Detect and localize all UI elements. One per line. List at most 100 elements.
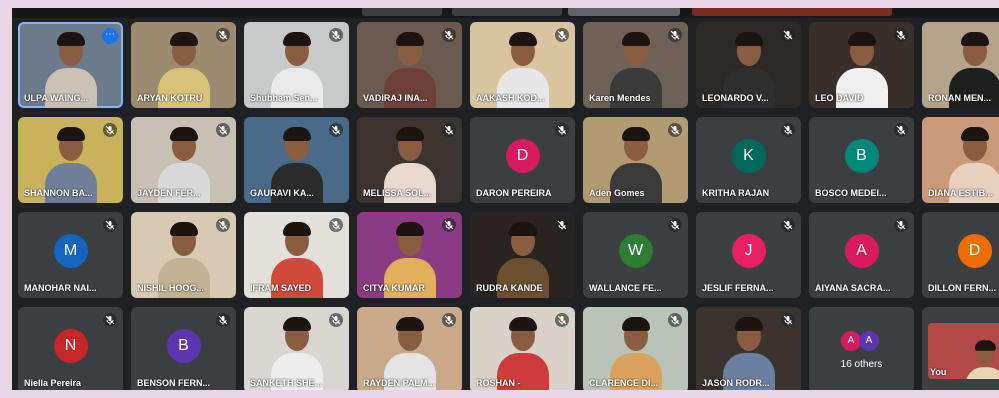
others-count: 16 others <box>840 359 883 370</box>
mic-off-icon <box>216 313 230 327</box>
mic-off-icon <box>668 218 682 232</box>
top-tab <box>452 8 562 16</box>
avatar: W <box>618 234 653 268</box>
participant-tile[interactable]: W WALLANCE FE... <box>583 212 688 298</box>
mic-off-icon <box>555 123 569 137</box>
mic-off-icon <box>329 123 343 137</box>
participant-tile[interactable]: RONAN MEN... <box>922 22 999 108</box>
participant-name: KRITHA RAJAN <box>702 188 770 198</box>
participant-tile[interactable]: GAURAVI KA... <box>244 117 349 203</box>
meeting-screen: ⋯ ULPA WAING... ARYAN KOTRU Shubham Sen... V… <box>12 8 999 390</box>
more-options-icon[interactable]: ⋯ <box>102 28 118 44</box>
top-tab <box>692 8 892 16</box>
participant-tile[interactable]: N Niella Pereira <box>18 307 123 390</box>
participant-tile[interactable]: SANKETH SHE... <box>244 307 349 390</box>
participant-tile[interactable]: NISHIL HOOG... <box>131 212 236 298</box>
participant-name: Aden Gomes <box>589 188 645 198</box>
participant-name: AAKASH KOD... <box>476 93 545 103</box>
mic-off-icon <box>103 218 117 232</box>
participant-name: Karen Mendes <box>589 93 651 103</box>
participant-tile[interactable]: RAYDEN PALM... <box>357 307 462 390</box>
participant-name: LEO DAVID <box>815 93 864 103</box>
participant-name: RUDRA KANDE <box>476 283 543 293</box>
participant-tile[interactable]: LEO DAVID <box>809 22 914 108</box>
participant-tile[interactable]: MELISSA SOL... <box>357 117 462 203</box>
participant-tile[interactable]: B BENSON FERN... <box>131 307 236 390</box>
participant-name: DIANA ESTIB... <box>928 188 993 198</box>
participant-name: GAURAVI KA... <box>250 188 314 198</box>
avatar: A <box>859 331 879 351</box>
participant-name: MANOHAR NAI... <box>24 283 97 293</box>
participant-tile[interactable]: ⋯ ULPA WAING... <box>18 22 123 108</box>
participant-tile[interactable]: AAKASH KOD... <box>470 22 575 108</box>
participant-name: WALLANCE FE... <box>589 283 662 293</box>
participant-name: CITYA KUMAR <box>363 283 425 293</box>
avatar: B <box>844 139 879 173</box>
participant-tile[interactable]: SHANNON BA... <box>18 117 123 203</box>
mic-off-icon <box>329 218 343 232</box>
participant-name: BENSON FERN... <box>137 378 211 388</box>
mic-off-icon <box>103 313 117 327</box>
participant-tile[interactable]: K KRITHA RAJAN <box>696 117 801 203</box>
participant-name: JESLIF FERNA... <box>702 283 774 293</box>
participant-tile[interactable]: RUDRA KANDE <box>470 212 575 298</box>
participant-tile[interactable]: D DILLON FERN... <box>922 212 999 298</box>
participant-name: JASON RODR... <box>702 378 770 388</box>
participant-tile[interactable]: D DARON PEREIRA <box>470 117 575 203</box>
mic-off-icon <box>442 123 456 137</box>
avatar: D <box>957 234 992 268</box>
participant-tile[interactable]: You <box>922 307 999 390</box>
mic-off-icon <box>103 123 117 137</box>
top-tab <box>568 8 680 16</box>
participant-tile[interactable]: M MANOHAR NAI... <box>18 212 123 298</box>
mic-off-icon <box>668 313 682 327</box>
participant-name: BOSCO MEDEI... <box>815 188 887 198</box>
mic-off-icon <box>781 28 795 42</box>
mic-off-icon <box>555 28 569 42</box>
participant-name: ARYAN KOTRU <box>137 93 203 103</box>
participant-tile[interactable]: B BOSCO MEDEI... <box>809 117 914 203</box>
participant-tile[interactable]: LEONARDO V... <box>696 22 801 108</box>
avatar: D <box>505 139 540 173</box>
participant-name: JAYDEN FER... <box>137 188 201 198</box>
participant-tile[interactable]: Aden Gomes <box>583 117 688 203</box>
participant-tile[interactable]: A A 16 others <box>809 307 914 390</box>
participant-tile[interactable]: CITYA KUMAR <box>357 212 462 298</box>
mic-off-icon <box>216 218 230 232</box>
mic-off-icon <box>781 218 795 232</box>
participant-grid: ⋯ ULPA WAING... ARYAN KOTRU Shubham Sen... V… <box>18 22 999 390</box>
mic-off-icon <box>442 218 456 232</box>
participant-tile[interactable]: J JESLIF FERNA... <box>696 212 801 298</box>
participant-name: MELISSA SOL... <box>363 188 432 198</box>
participant-tile[interactable]: JAYDEN FER... <box>131 117 236 203</box>
participant-name: SHANNON BA... <box>24 188 93 198</box>
participant-tile[interactable]: ROSHAN - <box>470 307 575 390</box>
participant-name: LEONARDO V... <box>702 93 769 103</box>
avatar: M <box>53 234 88 268</box>
participant-name: ULPA WAING... <box>24 93 88 103</box>
participant-name: RAYDEN PALM... <box>363 378 436 388</box>
avatar: B <box>166 329 201 363</box>
participant-tile[interactable]: A AIYANA SACRA... <box>809 212 914 298</box>
participant-tile[interactable]: VADIRAJ INA... <box>357 22 462 108</box>
mic-off-icon <box>555 218 569 232</box>
participant-tile[interactable]: Karen Mendes <box>583 22 688 108</box>
mic-off-icon <box>894 218 908 232</box>
avatar: J <box>731 234 766 268</box>
participant-name: IFRAM SAYED <box>250 283 312 293</box>
participant-tile[interactable]: ARYAN KOTRU <box>131 22 236 108</box>
mic-off-icon <box>216 28 230 42</box>
participant-tile[interactable]: CLARENCE DI... <box>583 307 688 390</box>
participant-tile[interactable]: Shubham Sen... <box>244 22 349 108</box>
participant-name: RONAN MEN... <box>928 93 991 103</box>
participant-name: NISHIL HOOG... <box>137 283 204 293</box>
avatar: K <box>731 139 766 173</box>
participant-name: VADIRAJ INA... <box>363 93 428 103</box>
mic-off-icon <box>894 123 908 137</box>
participant-tile[interactable]: JASON RODR... <box>696 307 801 390</box>
mic-off-icon <box>442 313 456 327</box>
participant-tile[interactable]: IFRAM SAYED <box>244 212 349 298</box>
participant-name: Shubham Sen... <box>250 93 318 103</box>
participant-tile[interactable]: DIANA ESTIB... <box>922 117 999 203</box>
avatar: A <box>841 331 861 351</box>
